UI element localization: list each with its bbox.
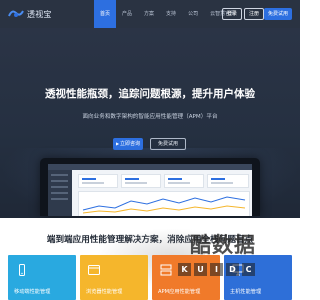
nav-item-company[interactable]: 公司: [182, 0, 204, 28]
card-host[interactable]: 主机性能管理: [224, 255, 292, 300]
watermark-letter: C: [242, 263, 255, 276]
nav-item-support[interactable]: 支持: [160, 0, 182, 28]
hero-title: 透视性能瓶颈，追踪问题根源，提升用户体验: [45, 88, 255, 100]
dashboard-card: [164, 174, 204, 188]
main-nav: 首页 产品 方案 支持 公司 云智慧官网: [94, 0, 241, 28]
dashboard-card: [121, 174, 161, 188]
header-free-trial-button[interactable]: 免费试用: [264, 8, 292, 20]
dashboard-card: [207, 174, 249, 188]
watermark-letter: I: [210, 263, 223, 276]
laptop-mockup: [40, 158, 260, 216]
mobile-icon: [19, 264, 25, 276]
hero-banner: 透视性能瓶颈，追踪问题根源，提升用户体验 面向业务和数字架构的智能应用性能管理（…: [0, 28, 300, 218]
solution-cards: 移动端性能管理 浏览器性能管理 APM应用性能管理 主机性能管理: [8, 255, 292, 300]
consult-button-label: 立即咨询: [120, 141, 141, 147]
hero-free-trial-button[interactable]: 免费试用: [150, 138, 186, 150]
consult-button[interactable]: ▶立即咨询: [113, 138, 143, 150]
watermark-text: 酷数据: [190, 233, 256, 257]
dashboard-chart-line: [82, 196, 246, 214]
register-button[interactable]: 注册: [244, 8, 264, 20]
play-icon: ▶: [115, 141, 120, 146]
nav-item-products[interactable]: 产品: [116, 0, 138, 28]
card-label: 浏览器性能管理: [86, 289, 123, 295]
dashboard-card: [78, 174, 118, 188]
nav-item-solutions[interactable]: 方案: [138, 0, 160, 28]
browser-icon: [88, 265, 100, 275]
login-button[interactable]: 登录: [222, 8, 242, 20]
watermark-letter: K: [178, 263, 191, 276]
card-apm[interactable]: APM应用性能管理: [152, 255, 220, 300]
dashboard-preview: [48, 164, 252, 216]
top-header: 透视宝 首页 产品 方案 支持 公司 云智慧官网 登录 注册 免费试用: [0, 0, 300, 28]
card-browser[interactable]: 浏览器性能管理: [80, 255, 148, 300]
nav-item-home[interactable]: 首页: [94, 0, 117, 28]
logo-icon: [8, 10, 24, 17]
brand-name: 透视宝: [27, 9, 52, 19]
dashboard-topbar: [48, 164, 252, 170]
watermark-letters: K U I D C: [178, 263, 255, 277]
card-label: 主机性能管理: [230, 289, 262, 295]
card-mobile[interactable]: 移动端性能管理: [8, 255, 76, 300]
dashboard-chart: [78, 191, 250, 216]
brand-logo[interactable]: 透视宝: [8, 7, 52, 21]
watermark-letter: D: [226, 263, 239, 276]
server-icon: [160, 264, 172, 276]
dashboard-sidebar: [48, 170, 72, 216]
watermark-letter: U: [194, 263, 207, 276]
hero-subtitle: 面向业务和数字架构的智能应用性能管理（APM）平台: [82, 114, 218, 120]
card-label: 移动端性能管理: [14, 289, 51, 295]
card-label: APM应用性能管理: [158, 289, 201, 295]
